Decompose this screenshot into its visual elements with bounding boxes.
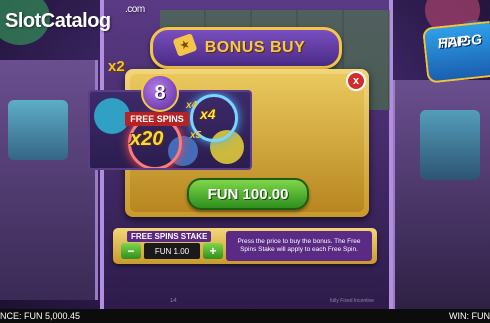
reel-multiplier: x2 <box>108 58 125 75</box>
free-spins-count: 8 <box>141 74 179 112</box>
game-title-logo: TRIGG HAP <box>422 20 490 84</box>
ticket-icon: ★ <box>172 33 198 57</box>
close-icon[interactable]: x <box>346 71 366 91</box>
reel-footer-text: 14 <box>170 298 177 304</box>
bonus-buy-title: BONUS BUY <box>204 39 306 56</box>
balance-text: NCE: FUN 5,000.45 <box>0 311 81 321</box>
side-multiplier-x4: x4 <box>186 100 198 111</box>
arcade-cabinet-left <box>0 60 98 300</box>
buy-bonus-button[interactable]: FUN 100.00 <box>187 178 309 210</box>
faded-footer-text: fully Fixed Incentive <box>330 298 374 304</box>
stake-info-text: Press the price to buy the bonus. The Fr… <box>226 231 372 261</box>
logo-com-text: .com <box>125 4 145 15</box>
game-scene: x2 SlotCatalog .com TRIGG HAP ★ BONUS BUY… <box>0 0 490 323</box>
arcade-cabinet-right <box>392 80 490 310</box>
win-text: WIN: FUN <box>449 311 490 321</box>
free-spins-label: FREE SPINS <box>125 112 189 126</box>
stake-plus-button[interactable]: + <box>203 243 223 259</box>
stake-title: FREE SPINS STAKE <box>127 231 212 242</box>
game-title-line2: HAP <box>436 32 468 52</box>
free-spins-stake-bar: FREE SPINS STAKE − FUN 1.00 + Press the … <box>113 228 377 264</box>
logo-catalog-text: Catalog <box>40 10 111 32</box>
side-multiplier-x5: x5 <box>190 130 202 141</box>
status-bar: NCE: FUN 5,000.45 WIN: FUN <box>0 309 490 323</box>
stake-minus-button[interactable]: − <box>121 243 141 259</box>
stake-value: FUN 1.00 <box>144 243 200 259</box>
site-logo: SlotCatalog .com <box>5 4 145 33</box>
multiplier-x4: x4 <box>200 106 216 122</box>
bonus-buy-header: ★ BONUS BUY <box>150 27 342 69</box>
logo-slot-text: Slot <box>5 10 41 32</box>
free-spins-badge: 8 FREE SPINS <box>125 70 189 130</box>
multiplier-x20: x20 <box>130 128 164 150</box>
